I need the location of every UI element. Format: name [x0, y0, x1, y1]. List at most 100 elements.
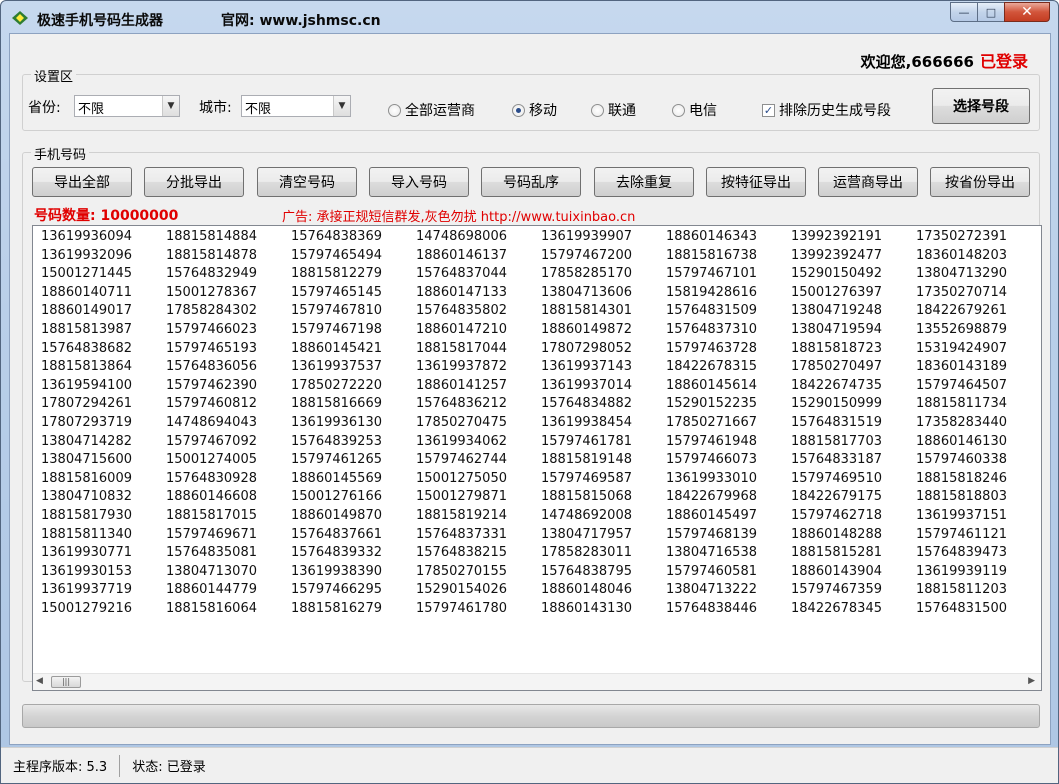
- number-cell: 13552698879: [916, 321, 1007, 337]
- number-cell: 13804719248: [791, 303, 882, 319]
- number-cell: 17807298052: [541, 340, 632, 356]
- radio-icon[interactable]: [591, 103, 604, 117]
- number-cell: 15797460338: [916, 452, 1007, 468]
- number-cell: 13804710832: [41, 489, 132, 505]
- close-button[interactable]: ✕: [1004, 2, 1050, 22]
- number-cell: 14748692008: [541, 507, 632, 523]
- radio-mobile[interactable]: 移动: [512, 100, 557, 120]
- scroll-right-icon[interactable]: ▶: [1028, 676, 1035, 686]
- number-cell: 18815811734: [916, 396, 1007, 412]
- number-cell: 18860147210: [416, 321, 507, 337]
- number-cell: 13619594100: [41, 377, 132, 393]
- number-cell: 18860145614: [666, 377, 757, 393]
- import-numbers-button[interactable]: 导入号码: [369, 167, 469, 197]
- number-cell: 18815818246: [916, 470, 1007, 486]
- number-cell: 18860146608: [166, 489, 257, 505]
- export-by-province-button[interactable]: 按省份导出: [930, 167, 1030, 197]
- clear-numbers-button[interactable]: 清空号码: [257, 167, 357, 197]
- number-cell: 15764837044: [416, 266, 507, 282]
- number-list[interactable]: 13619936094 18815814884 15764838369 1474869…: [32, 225, 1042, 691]
- shuffle-numbers-button[interactable]: 号码乱序: [481, 167, 581, 197]
- radio-icon[interactable]: [672, 103, 685, 117]
- number-cell: 17358283440: [916, 414, 1007, 430]
- number-cell: 15764838369: [291, 229, 382, 244]
- number-cell: 13804715600: [41, 452, 132, 468]
- export-by-carrier-button[interactable]: 运营商导出: [818, 167, 918, 197]
- horizontal-scrollbar[interactable]: ◀ ||| ▶: [33, 673, 1041, 690]
- version-label: 主程序版本: 5.3: [13, 760, 108, 775]
- number-cell: 13619934062: [416, 433, 507, 449]
- number-cell: 15290150492: [791, 266, 882, 282]
- radio-unicom[interactable]: 联通: [591, 100, 636, 120]
- number-cell: 15797469671: [166, 526, 257, 542]
- app-window: 极速手机号码生成器 官网: www.jshmsc.cn — □ ✕ 欢迎您,66…: [0, 0, 1059, 784]
- scroll-thumb[interactable]: |||: [51, 676, 81, 688]
- chevron-down-icon[interactable]: ▼: [333, 96, 350, 116]
- number-cell: 17858284302: [166, 303, 257, 319]
- number-cell: 15001274005: [166, 452, 257, 468]
- number-cell: 15764836056: [166, 359, 257, 375]
- number-cell: 15764838682: [41, 340, 132, 356]
- advertisement-text: 广告: 承接正规短信群发,灰色勿扰 http://www.tuixinbao.c…: [282, 210, 636, 225]
- batch-export-button[interactable]: 分批导出: [144, 167, 244, 197]
- number-cell: 15764839253: [291, 433, 382, 449]
- number-cell: 15797462718: [791, 507, 882, 523]
- number-cell: 13619930153: [41, 563, 132, 579]
- number-cell: 18815815068: [541, 489, 632, 505]
- number-cell: 15001279871: [416, 489, 507, 505]
- province-value: 不限: [78, 102, 105, 117]
- number-cell: 18860141257: [416, 377, 507, 393]
- number-cell: 15764831509: [666, 303, 757, 319]
- number-cell: 13619930771: [41, 545, 132, 561]
- number-cell: 15001275050: [416, 470, 507, 486]
- maximize-button[interactable]: □: [977, 2, 1005, 22]
- number-cell: 13619936094: [41, 229, 132, 244]
- number-cell: 15764832949: [166, 266, 257, 282]
- number-cell: 18860144779: [166, 582, 257, 598]
- number-cell: 13619937014: [541, 377, 632, 393]
- number-cell: 18422679968: [666, 489, 757, 505]
- minimize-button[interactable]: —: [950, 2, 978, 22]
- number-cell: 18360148203: [916, 247, 1007, 263]
- number-cell: 15797461948: [666, 433, 757, 449]
- number-cell: 13804717957: [541, 526, 632, 542]
- number-cell: 13992392191: [791, 229, 882, 244]
- city-value: 不限: [245, 102, 272, 117]
- exclude-history-checkbox[interactable]: ✓ 排除历史生成号段: [762, 100, 891, 120]
- progress-bar: [22, 704, 1040, 728]
- province-select[interactable]: 不限 ▼: [74, 95, 180, 117]
- radio-icon[interactable]: [388, 103, 401, 117]
- app-logo-icon: [12, 11, 28, 25]
- number-cell: 18860147133: [416, 284, 507, 300]
- radio-telecom[interactable]: 电信: [672, 100, 717, 120]
- export-by-feature-button[interactable]: 按特征导出: [706, 167, 806, 197]
- number-cell: 13804713222: [666, 582, 757, 598]
- number-cell: 13992392477: [791, 247, 882, 263]
- number-cell: 15764837331: [416, 526, 507, 542]
- city-select[interactable]: 不限 ▼: [241, 95, 351, 117]
- scroll-left-icon[interactable]: ◀: [36, 676, 43, 686]
- number-cell: 15797461780: [416, 600, 507, 616]
- welcome-area: 欢迎您,666666 已登录: [861, 48, 1028, 72]
- number-cell: 15797469510: [791, 470, 882, 486]
- remove-duplicates-button[interactable]: 去除重复: [594, 167, 694, 197]
- number-cell: 13619937719: [41, 582, 132, 598]
- number-cell: 15797468139: [666, 526, 757, 542]
- checkmark-icon[interactable]: ✓: [762, 103, 775, 117]
- number-cell: 18815817703: [791, 433, 882, 449]
- chevron-down-icon[interactable]: ▼: [162, 96, 179, 116]
- number-cell: 13804719594: [791, 321, 882, 337]
- settings-group-title: 设置区: [31, 66, 77, 85]
- number-cell: 15001276397: [791, 284, 882, 300]
- title-bar[interactable]: 极速手机号码生成器 官网: www.jshmsc.cn — □ ✕: [1, 1, 1058, 35]
- radio-all-carriers[interactable]: 全部运营商: [388, 100, 475, 120]
- export-all-button[interactable]: 导出全部: [32, 167, 132, 197]
- number-cell: 18360143189: [916, 359, 1007, 375]
- window-title: 极速手机号码生成器: [37, 13, 163, 29]
- number-cell: 15319424907: [916, 340, 1007, 356]
- radio-icon[interactable]: [512, 103, 525, 117]
- number-cell: 15001279216: [41, 600, 132, 616]
- number-cell: 15797461121: [916, 526, 1007, 542]
- select-segment-button[interactable]: 选择号段: [932, 88, 1030, 124]
- number-cell: 18815817044: [416, 340, 507, 356]
